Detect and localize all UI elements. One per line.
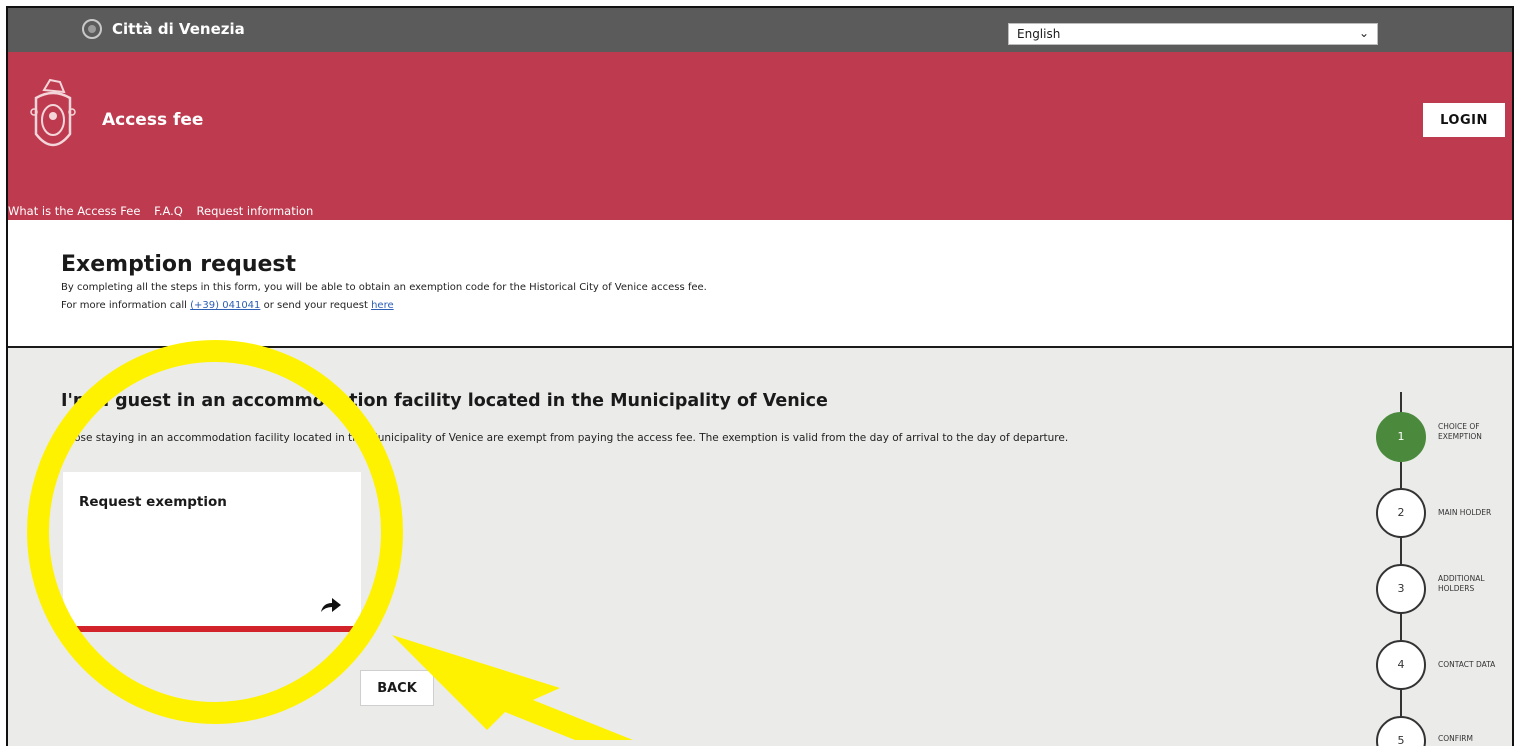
section-title: I'm a guest in an accommodation facility… (61, 391, 828, 411)
venice-crest-icon (30, 78, 76, 147)
site-header: Access fee LOGIN What is the Access Fee … (8, 52, 1512, 220)
page-title: Exemption request (61, 252, 297, 277)
step-2-circle: 2 (1376, 488, 1426, 538)
step-3-circle: 3 (1376, 564, 1426, 614)
contact-middle: or send your request (260, 300, 372, 311)
browser-frame: Città di Venezia English ⌄ Access fee LO… (6, 6, 1514, 746)
step-2-label-line1: MAIN HOLDER (1438, 508, 1492, 517)
request-here-link[interactable]: here (371, 300, 394, 311)
contact-prefix: For more information call (61, 300, 191, 311)
step-3-label: ADDITIONAL HOLDERS (1438, 574, 1485, 594)
request-exemption-card[interactable]: Request exemption (63, 472, 361, 632)
top-bar: Città di Venezia English ⌄ (8, 8, 1512, 52)
step-5-label-line1: CONFIRM (1438, 734, 1473, 743)
step-1-label: CHOICE OF EXEMPTION (1438, 422, 1482, 442)
step-1-label-line2: EXEMPTION (1438, 432, 1482, 441)
step-3-label-line1: ADDITIONAL (1438, 574, 1485, 583)
step-5-circle: 5 (1376, 716, 1426, 746)
language-select[interactable]: English ⌄ (1008, 23, 1378, 45)
language-select-value: English (1017, 27, 1061, 41)
step-1-circle: 1 (1376, 412, 1426, 462)
card-title: Request exemption (79, 494, 227, 510)
section-description: Those staying in an accommodation facili… (61, 432, 1069, 444)
step-4-circle: 4 (1376, 640, 1426, 690)
card-accent-bar (63, 626, 361, 632)
chevron-down-icon: ⌄ (1358, 26, 1369, 40)
step-5-label: CONFIRM (1438, 734, 1473, 744)
intro-section: Exemption request By completing all the … (8, 220, 1512, 348)
city-emblem-icon (82, 19, 102, 39)
nav-faq[interactable]: F.A.Q (154, 204, 183, 218)
step-1-label-line1: CHOICE OF (1438, 422, 1480, 431)
app-title: Access fee (102, 110, 204, 130)
step-3-label-line2: HOLDERS (1438, 584, 1475, 593)
step-4-label-line1: CONTACT DATA (1438, 660, 1496, 669)
intro-contact-line: For more information call (+39) 041041 o… (61, 300, 394, 311)
main-nav: What is the Access Fee F.A.Q Request inf… (8, 204, 323, 218)
login-button[interactable]: LOGIN (1423, 103, 1505, 137)
intro-description: By completing all the steps in this form… (61, 282, 707, 293)
nav-what-is-access-fee[interactable]: What is the Access Fee (8, 204, 140, 218)
share-arrow-icon (321, 598, 341, 612)
phone-link[interactable]: (+39) 041041 (190, 300, 260, 311)
step-4-label: CONTACT DATA (1438, 660, 1495, 670)
nav-request-information[interactable]: Request information (197, 204, 314, 218)
step-2-label: MAIN HOLDER (1438, 508, 1491, 518)
back-button[interactable]: BACK (360, 670, 434, 706)
city-name: Città di Venezia (112, 20, 245, 38)
